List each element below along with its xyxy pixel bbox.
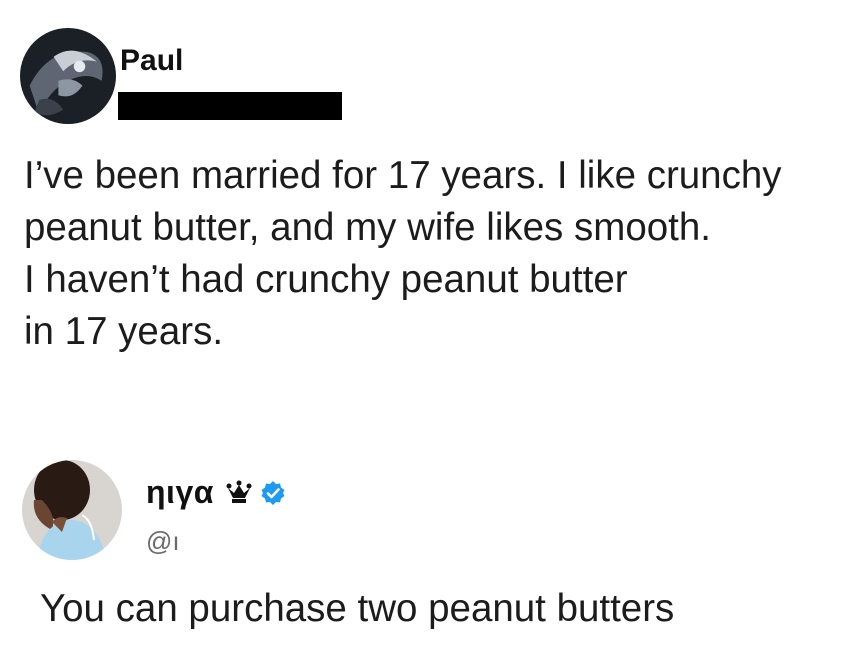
author-handle[interactable]: @ı <box>146 526 180 557</box>
post-body: You can purchase two peanut butters <box>40 587 675 630</box>
avatar-reply[interactable] <box>22 460 122 560</box>
post-body-line: in 17 years. <box>24 310 224 353</box>
author-row: ηιγα <box>146 474 286 511</box>
post-body-line: I’ve been married for 17 years. I like c… <box>24 154 782 197</box>
post-body-line: I haven’t had crunchy peanut butter <box>24 258 628 301</box>
avatar-paul[interactable] <box>20 28 116 124</box>
author-name[interactable]: Paul <box>120 44 183 78</box>
post-body-line: peanut butter, and my wife likes smooth. <box>24 206 711 249</box>
post-body: I’ve been married for 17 years. I like c… <box>24 150 854 358</box>
redacted-handle <box>118 92 342 120</box>
author-name[interactable]: ηιγα <box>146 474 214 511</box>
verified-icon <box>260 480 286 506</box>
crown-icon <box>226 480 252 506</box>
post-paul: Paul I’ve been married for 17 years. I l… <box>0 0 864 400</box>
post-reply: ηιγα @ı You can purchase two peanut butt… <box>0 440 864 666</box>
